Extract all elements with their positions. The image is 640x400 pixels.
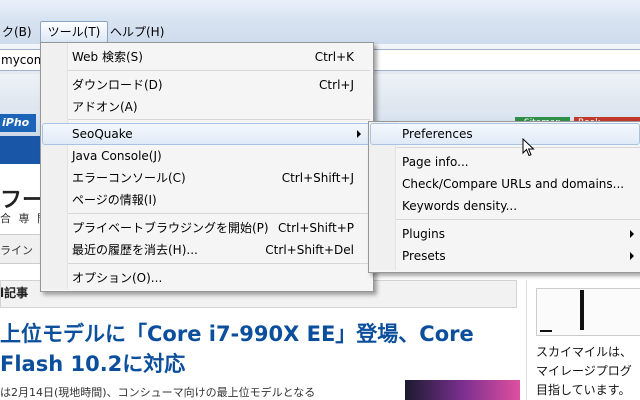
sidebar-text-line: マイレージプログ [536, 364, 632, 378]
shortcut-private-browsing: Ctrl+Shift+P [278, 221, 354, 235]
submenu-item-keywords-density[interactable]: Keywords density... [402, 196, 517, 216]
menu-help[interactable]: ヘルプ(H) [108, 22, 166, 42]
menu-separator [68, 70, 370, 71]
sidebar-text-line: 目指しています。 [536, 383, 631, 397]
menu-item-private-browsing[interactable]: プライベートブラウジングを開始(P) [72, 218, 269, 238]
menu-item-seoquake[interactable]: SeoQuake [72, 124, 133, 144]
menu-item-addons[interactable]: アドオン(A) [72, 97, 138, 117]
menu-item-options[interactable]: オプション(O)... [72, 268, 162, 288]
section-label: l記事 [0, 286, 29, 300]
sidebar-ad-image[interactable] [536, 288, 640, 336]
submenu-arrow-icon [630, 252, 634, 260]
menu-item-clear-history[interactable]: 最近の履歴を消去(H)... [72, 240, 198, 260]
menu-item-web-search[interactable]: Web 検索(S) [72, 47, 143, 67]
submenu-arrow-icon [630, 230, 634, 238]
shortcut-downloads: Ctrl+J [319, 78, 354, 92]
submenu-item-presets[interactable]: Presets [402, 246, 446, 266]
menu-separator [68, 263, 370, 264]
submenu-arrow-icon [357, 130, 361, 138]
menu-item-downloads[interactable]: ダウンロード(D) [72, 75, 163, 95]
title-strip [0, 0, 640, 20]
menu-item-error-console[interactable]: エラーコンソール(C) [72, 168, 186, 188]
article-body: は2月14日(現地時間)、コンシューマ向けの最上位モデルとなる [0, 386, 316, 399]
menu-separator [68, 213, 370, 214]
shortcut-clear-history: Ctrl+Shift+Del [265, 243, 354, 257]
menu-item-java-console[interactable]: Java Console(J) [72, 146, 162, 166]
article-thumbnail[interactable] [405, 380, 520, 400]
menu-tools[interactable]: ツール(T) [40, 21, 108, 43]
submenu-item-preferences[interactable]: Preferences [402, 124, 473, 144]
shortcut-web-search: Ctrl+K [314, 50, 354, 64]
submenu-item-plugins[interactable]: Plugins [402, 224, 445, 244]
shortcut-error-console: Ctrl+Shift+J [281, 171, 354, 185]
sidebar-ad-graphic [580, 290, 584, 330]
submenu-separator [396, 219, 640, 220]
site-banner [0, 136, 40, 164]
submenu-item-page-info[interactable]: Page info... [402, 152, 469, 172]
nav-item-online[interactable]: ライン [0, 242, 33, 258]
menu-icon-gutter [41, 43, 68, 289]
article-headline[interactable]: 上位モデルに「Core i7-990X EE」登場、Core [0, 318, 474, 348]
menu-item-page-info[interactable]: ページの情報(I) [72, 190, 157, 210]
menu-bookmarks[interactable]: ク(B) [0, 22, 34, 42]
submenu-item-check-compare[interactable]: Check/Compare URLs and domains... [402, 174, 624, 194]
bookmark-iphone[interactable]: iPho [0, 114, 36, 132]
article-headline-line2[interactable]: Flash 10.2に対応 [0, 348, 185, 378]
submenu-separator [396, 147, 640, 148]
sidebar-text-line: スカイマイルは、 [536, 345, 633, 359]
sidebar-ad-graphic-base [540, 330, 552, 332]
menu-separator [68, 119, 370, 120]
mouse-cursor-icon [522, 138, 535, 157]
